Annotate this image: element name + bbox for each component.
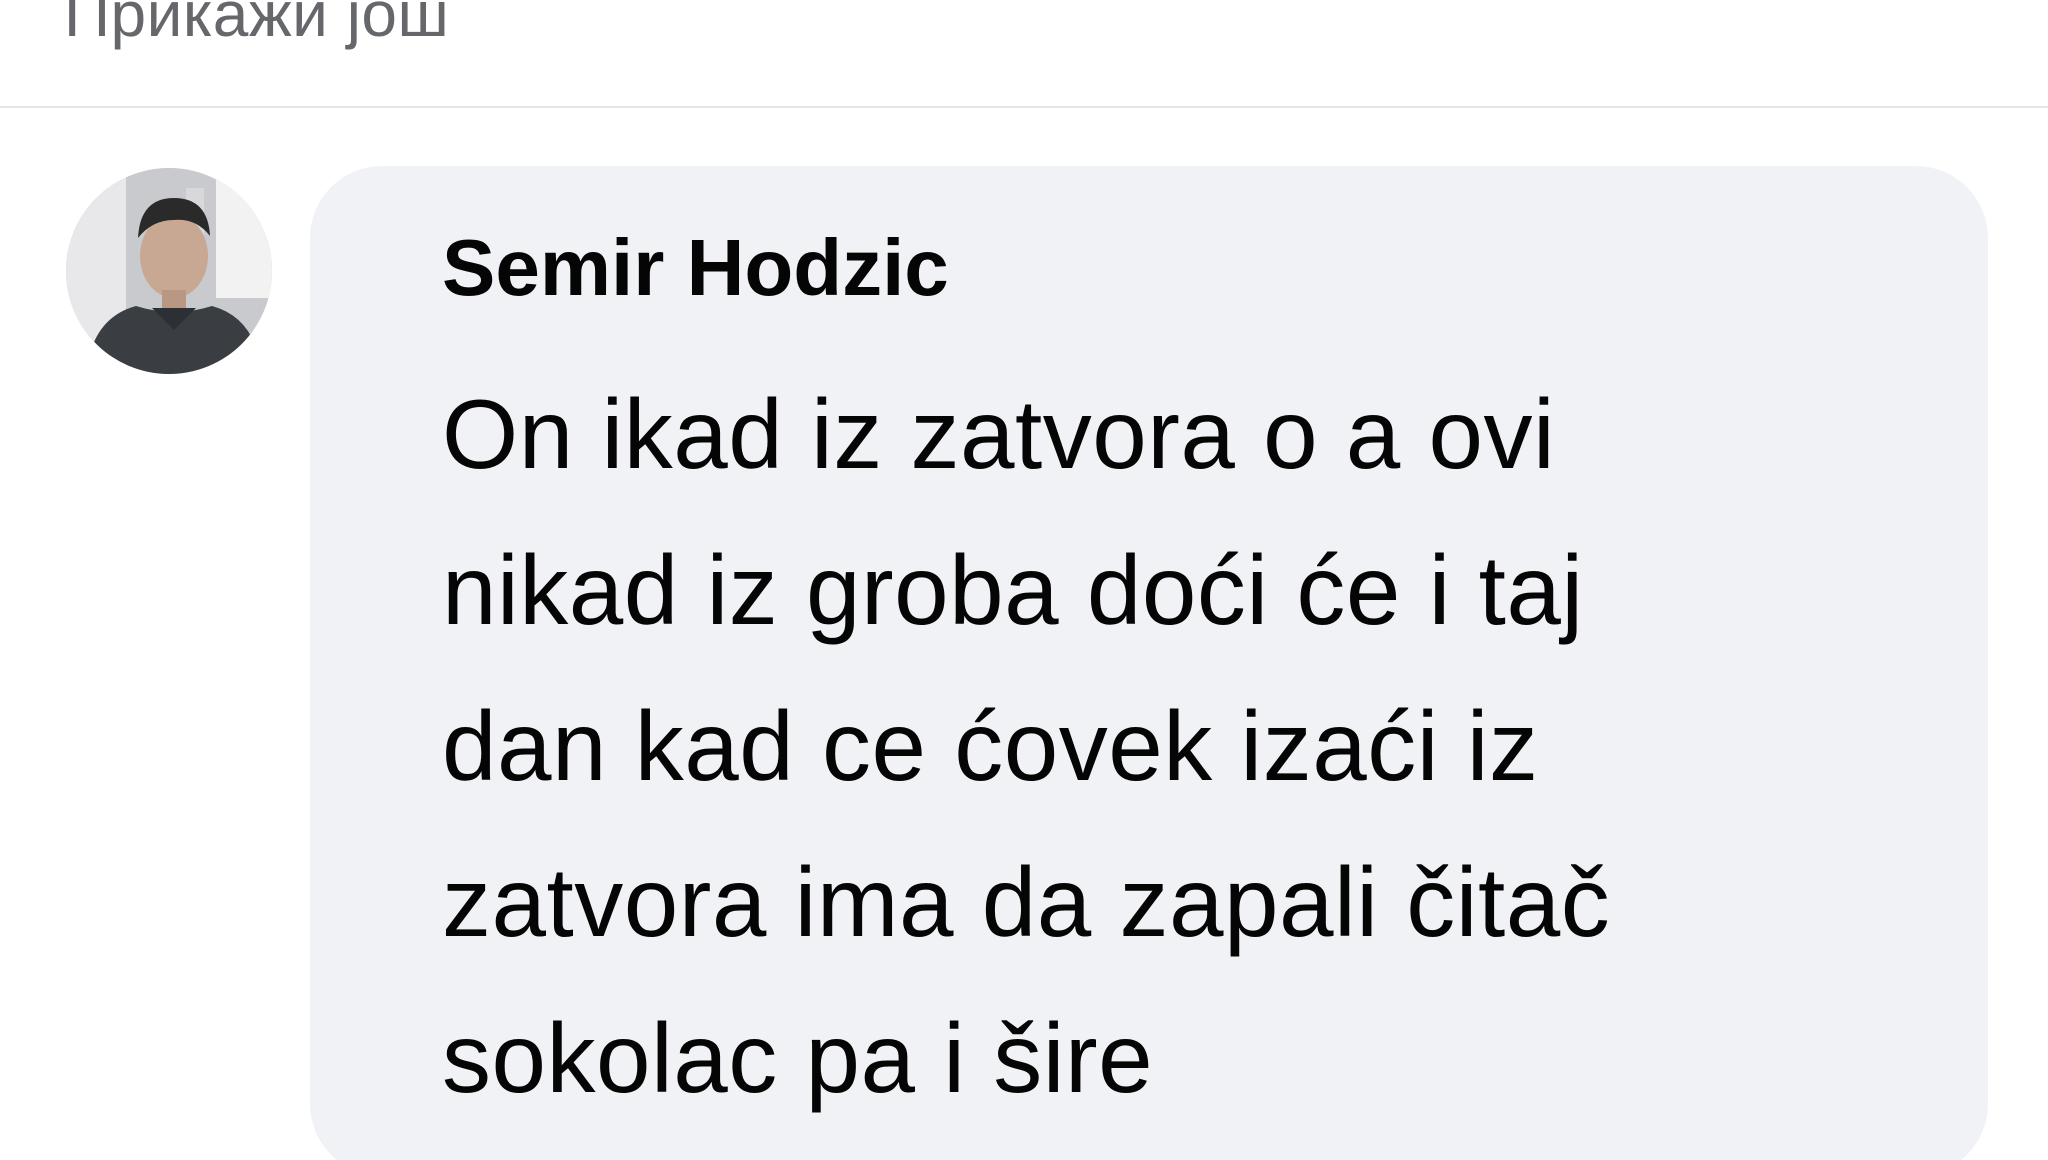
avatar[interactable]	[66, 168, 272, 374]
comment-text-line: nikad iz groba doći će i taj	[442, 535, 1584, 645]
comment-author-name[interactable]: Semir Hodzic	[442, 218, 949, 318]
show-more-bar: Прикажи још	[0, 0, 2048, 108]
avatar-photo	[66, 168, 272, 374]
comment-bubble: Semir Hodzic On ikad iz zatvora o a ovi …	[310, 166, 1988, 1160]
comment-text-line: dan kad ce ćovek izaći iz	[442, 691, 1539, 801]
show-more-link[interactable]: Прикажи још	[64, 0, 449, 54]
comment-text-line: sokolac pa i šire	[442, 1003, 1154, 1113]
comment-text: On ikad iz zatvora o a ovi nikad iz grob…	[442, 356, 1962, 1136]
comment-text-line: zatvora ima da zapali čitač	[442, 847, 1611, 957]
comments-page: Прикажи још Semir Hodzic On ikad iz zatv…	[0, 0, 2048, 1160]
comment-text-line: On ikad iz zatvora o a ovi	[442, 379, 1556, 489]
